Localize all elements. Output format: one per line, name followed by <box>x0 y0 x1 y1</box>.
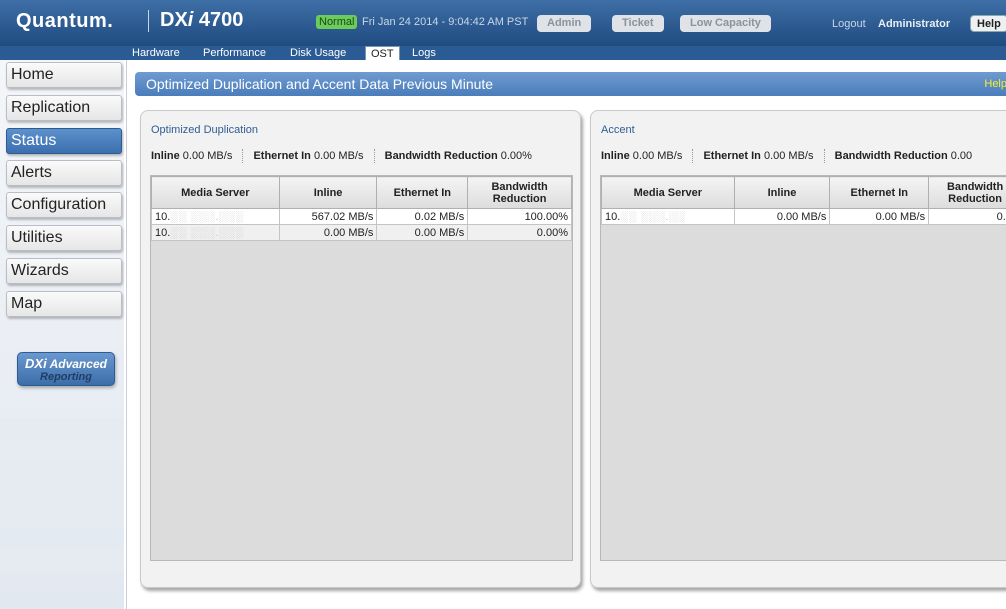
stat-divider <box>692 149 694 163</box>
inline-value: 0.00 MB/s <box>632 149 683 162</box>
panel-summary-stats: Inline 0.00 MB/s Ethernet In 0.00 MB/s B… <box>151 149 532 163</box>
main-content: Optimized Duplication and Accent Data Pr… <box>126 60 1006 609</box>
panel-summary-stats: Inline 0.00 MB/s Ethernet In 0.00 MB/s B… <box>601 149 972 163</box>
current-user: Administrator <box>878 18 951 30</box>
media-server-table: Media Server Inline Ethernet In Bandwidt… <box>151 176 572 241</box>
tab-performance[interactable]: Performance <box>203 46 266 60</box>
nav-stripe <box>0 550 124 572</box>
system-datetime: Fri Jan 24 2014 - 9:04:42 AM PST <box>362 16 529 28</box>
system-status-badge[interactable]: Normal <box>316 15 358 29</box>
panel-title: Optimized Duplication <box>151 124 258 136</box>
tab-hardware[interactable]: Hardware <box>132 46 180 60</box>
nav-map[interactable]: Map <box>6 291 122 317</box>
col-media-server[interactable]: Media Server <box>601 176 735 209</box>
page-title-bar: Optimized Duplication and Accent Data Pr… <box>135 72 1006 96</box>
advanced-reporting-button[interactable]: DXi Advanced Reporting <box>17 352 115 386</box>
col-bandwidth-reduction[interactable]: Bandwidth Reduction <box>928 176 1006 209</box>
admin-button[interactable]: Admin <box>537 15 592 32</box>
nav-configuration[interactable]: Configuration <box>6 192 122 218</box>
tab-ost[interactable]: OST <box>365 46 400 60</box>
media-server-table: Media Server Inline Ethernet In Bandwidt… <box>601 176 1006 225</box>
bandwidth-reduction-label: Bandwidth Reduction <box>834 149 948 162</box>
nav-stripe <box>0 506 124 528</box>
ethernet-in-value: 0.00 MB/s <box>763 149 814 162</box>
nav-replication[interactable]: Replication <box>6 95 122 121</box>
optimized-duplication-panel: Optimized Duplication Inline 0.00 MB/s E… <box>140 110 581 588</box>
cell-inline: 0.00 MB/s <box>733 208 831 225</box>
nav-stripe <box>0 418 124 440</box>
cell-bandwidth-reduction: 0.00 <box>928 208 1006 225</box>
tab-logs[interactable]: Logs <box>412 46 436 60</box>
table-row[interactable]: 10.░░ ░░░.░░ 0.00 MB/s 0.00 MB/s 0.00 <box>601 208 1006 225</box>
top-header: Quantum. DXi 4700 Normal Fri Jan 24 2014… <box>0 0 1006 46</box>
cell-bandwidth-reduction: 100.00% <box>467 208 572 225</box>
advanced-reporting-title: DXi Advanced <box>25 356 107 371</box>
nav-alerts[interactable]: Alerts <box>6 160 122 186</box>
col-media-server[interactable]: Media Server <box>151 176 280 209</box>
cell-ethernet-in: 0.00 MB/s <box>829 208 930 225</box>
help-button[interactable]: Help <box>970 15 1006 32</box>
nav-wizards[interactable]: Wizards <box>6 258 122 284</box>
table-header-row: Media Server Inline Ethernet In Bandwidt… <box>601 176 1006 209</box>
ethernet-in-label: Ethernet In <box>253 149 311 162</box>
media-server-table-container[interactable]: Media Server Inline Ethernet In Bandwidt… <box>150 175 573 561</box>
cell-bandwidth-reduction: 0.00% <box>467 224 572 241</box>
col-ethernet-in[interactable]: Ethernet In <box>376 176 469 209</box>
ticket-button[interactable]: Ticket <box>612 15 664 32</box>
nav-utilities[interactable]: Utilities <box>6 225 122 251</box>
logout-link[interactable]: Logout <box>832 18 866 30</box>
nav-status[interactable]: Status <box>6 128 122 154</box>
cell-inline: 0.00 MB/s <box>278 224 378 241</box>
page-title: Optimized Duplication and Accent Data Pr… <box>146 76 494 92</box>
nav-stripe <box>0 462 124 484</box>
nav-home[interactable]: Home <box>6 62 122 88</box>
media-server-table-container[interactable]: Media Server Inline Ethernet In Bandwidt… <box>600 175 1006 561</box>
low-capacity-button[interactable]: Low Capacity <box>680 15 771 32</box>
table-row[interactable]: 10.░░ ░░░.░░░ 0.00 MB/s 0.00 MB/s 0.00% <box>151 224 572 241</box>
bandwidth-reduction-value: 0.00 <box>950 149 973 162</box>
ethernet-in-label: Ethernet In <box>703 149 761 162</box>
panel-title: Accent <box>601 124 635 136</box>
accent-panel: Accent Inline 0.00 MB/s Ethernet In 0.00… <box>590 110 1006 588</box>
ethernet-in-value: 0.00 MB/s <box>313 149 364 162</box>
col-inline[interactable]: Inline <box>733 176 831 209</box>
stat-divider <box>242 149 244 163</box>
stat-divider <box>373 149 375 163</box>
cell-media-server: 10.░░ ░░░.░░░ <box>151 224 280 241</box>
bandwidth-reduction-value: 0.00% <box>500 149 532 162</box>
table-row[interactable]: 10.░░ ░░░.░░░ 567.02 MB/s 0.02 MB/s 100.… <box>151 208 572 225</box>
cell-inline: 567.02 MB/s <box>278 208 378 225</box>
inline-value: 0.00 MB/s <box>182 149 233 162</box>
col-bandwidth-reduction[interactable]: Bandwidth Reduction <box>467 176 572 209</box>
sub-navigation: Hardware Performance Disk Usage OST Logs <box>0 46 1006 60</box>
cell-media-server: 10.░░ ░░░.░░░ <box>151 208 280 225</box>
stat-divider <box>823 149 825 163</box>
cell-ethernet-in: 0.00 MB/s <box>376 224 469 241</box>
cell-media-server: 10.░░ ░░░.░░ <box>601 208 735 225</box>
table-header-row: Media Server Inline Ethernet In Bandwidt… <box>151 176 572 209</box>
left-navigation: Home Replication Status Alerts Configura… <box>0 60 124 609</box>
inline-label: Inline <box>601 149 630 162</box>
bandwidth-reduction-label: Bandwidth Reduction <box>384 149 498 162</box>
tab-disk-usage[interactable]: Disk Usage <box>290 46 346 60</box>
quantum-logo: Quantum. <box>16 10 114 32</box>
col-inline[interactable]: Inline <box>278 176 378 209</box>
help-link[interactable]: Help <box>984 72 1006 96</box>
col-ethernet-in[interactable]: Ethernet In <box>829 176 930 209</box>
header-divider <box>148 10 149 32</box>
inline-label: Inline <box>151 149 180 162</box>
cell-ethernet-in: 0.02 MB/s <box>376 208 469 225</box>
advanced-reporting-subtitle: Reporting <box>40 371 92 383</box>
product-name: DXi 4700 <box>160 9 244 31</box>
